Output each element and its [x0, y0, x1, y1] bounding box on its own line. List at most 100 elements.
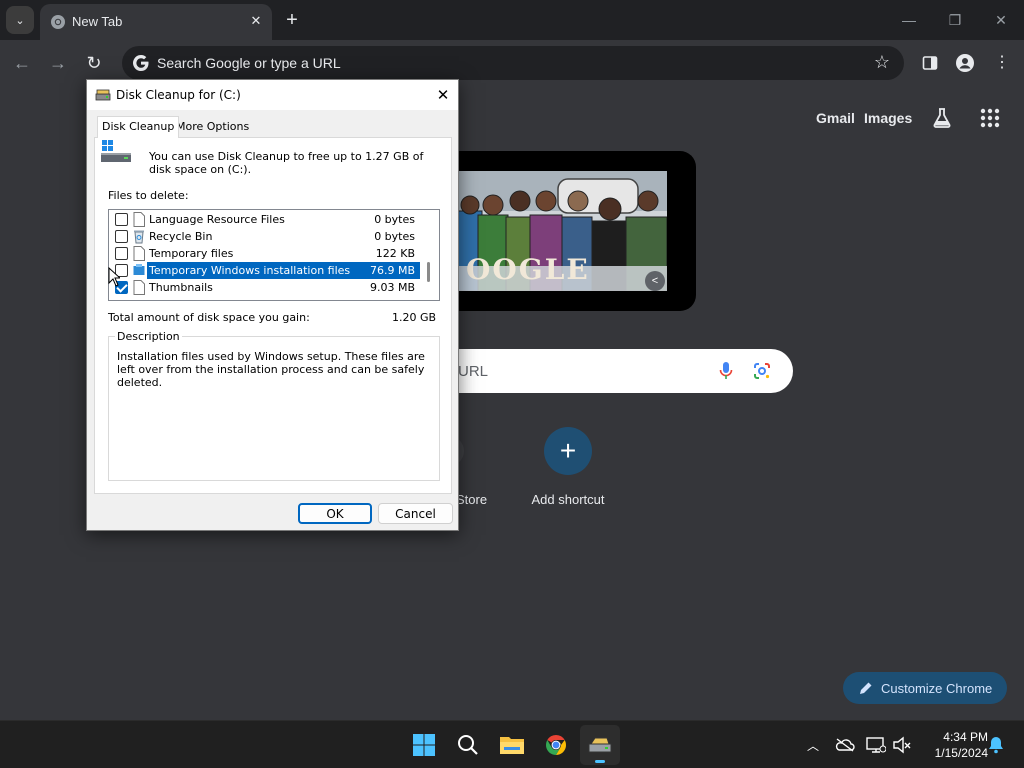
- new-tab-button[interactable]: +: [280, 8, 304, 32]
- customize-chrome-button[interactable]: Customize Chrome: [843, 672, 1007, 704]
- volume-muted-icon: [893, 736, 911, 754]
- more-vert-icon: ⋮: [994, 54, 1010, 71]
- tab-more-options[interactable]: More Options: [172, 117, 253, 137]
- ntp-search-box[interactable]: URL: [440, 349, 793, 393]
- system-clock[interactable]: 4:34 PM 1/15/2024: [918, 729, 988, 761]
- file-size: 122 KB: [375, 247, 415, 260]
- show-hidden-icons-button[interactable]: ︿: [803, 735, 823, 755]
- list-item[interactable]: Temporary files 122 KB: [109, 245, 427, 262]
- list-item[interactable]: Language Resource Files 0 bytes: [109, 211, 427, 228]
- files-to-delete-label: Files to delete:: [108, 189, 189, 202]
- file-explorer-button[interactable]: [492, 725, 532, 765]
- window-close-button[interactable]: ✕: [989, 8, 1013, 32]
- intro-text: You can use Disk Cleanup to free up to 1…: [149, 150, 424, 176]
- forward-button[interactable]: →: [45, 50, 71, 76]
- close-icon[interactable]: ✕: [433, 85, 453, 105]
- mouse-cursor-icon: [108, 267, 120, 287]
- file-size: 9.03 MB: [369, 281, 415, 294]
- tab-search-button[interactable]: ⌄: [6, 6, 34, 34]
- google-doodle[interactable]: OOGLE <: [440, 151, 696, 311]
- notifications-button[interactable]: [986, 735, 1006, 755]
- file-checkbox[interactable]: [115, 247, 128, 260]
- side-panel-button[interactable]: [917, 50, 943, 76]
- bookmark-star-icon[interactable]: ☆: [874, 52, 890, 73]
- disk-cleanup-taskbar-button[interactable]: [580, 725, 620, 765]
- flask-icon: [933, 108, 951, 128]
- file-name: Temporary files: [149, 247, 234, 260]
- files-list[interactable]: Language Resource Files 0 bytes Recycle …: [108, 209, 440, 301]
- description-text: Installation files used by Windows setup…: [117, 350, 425, 389]
- dialog-titlebar[interactable]: Disk Cleanup for (C:) ✕: [87, 80, 458, 110]
- file-explorer-icon: [500, 737, 524, 754]
- google-lens-icon[interactable]: [753, 362, 771, 380]
- google-apps-button[interactable]: [978, 106, 1002, 130]
- disk-cleanup-icon: [95, 89, 111, 101]
- tab-new-tab[interactable]: New Tab ✕: [40, 4, 272, 40]
- file-icon: [133, 280, 145, 295]
- total-value: 1.20 GB: [392, 311, 437, 324]
- chevron-up-icon: ︿: [806, 738, 819, 753]
- share-icon[interactable]: <: [645, 271, 665, 291]
- minimize-button[interactable]: —: [897, 8, 921, 32]
- bell-icon: [989, 737, 1003, 754]
- close-icon[interactable]: ✕: [246, 11, 266, 31]
- setup-icon: [133, 264, 145, 275]
- description-group: Description Installation files used by W…: [108, 330, 440, 481]
- list-scrollbar[interactable]: [427, 262, 430, 282]
- apps-grid-icon: [980, 108, 1000, 128]
- images-link[interactable]: Images: [864, 110, 912, 126]
- clock-date: 1/15/2024: [934, 746, 988, 760]
- tab-disk-cleanup[interactable]: Disk Cleanup: [97, 116, 180, 138]
- file-checkbox[interactable]: [115, 230, 128, 243]
- volume-button[interactable]: [892, 735, 912, 755]
- restore-button[interactable]: ❐: [943, 8, 967, 32]
- onedrive-button[interactable]: [835, 735, 855, 755]
- profile-avatar-icon: [956, 54, 974, 72]
- file-size: 76.9 MB: [369, 264, 415, 277]
- taskbar-search-button[interactable]: [448, 725, 488, 765]
- chevron-down-icon: ⌄: [15, 14, 25, 27]
- taskbar: ︿ 4:34 PM 1/15/2024: [0, 720, 1024, 768]
- chrome-favicon-icon: [51, 15, 65, 29]
- start-icon: [413, 734, 435, 756]
- list-item-selected[interactable]: Temporary Windows installation files 76.…: [109, 262, 427, 279]
- file-size: 0 bytes: [374, 213, 415, 226]
- add-shortcut-button[interactable]: + Add shortcut: [512, 425, 624, 517]
- network-button[interactable]: [866, 735, 886, 755]
- list-item[interactable]: Recycle Bin 0 bytes: [109, 228, 427, 245]
- chrome-icon: [546, 735, 566, 755]
- profile-button[interactable]: [952, 50, 978, 76]
- store-shortcut-label[interactable]: Store: [456, 492, 487, 507]
- labs-button[interactable]: [930, 106, 954, 130]
- address-bar[interactable]: Search Google or type a URL ☆: [122, 46, 904, 80]
- network-icon: [866, 737, 886, 753]
- start-button[interactable]: [404, 725, 444, 765]
- file-name: Thumbnails: [149, 281, 213, 294]
- gmail-link[interactable]: Gmail: [816, 110, 855, 126]
- pencil-icon: [860, 682, 872, 694]
- reload-button[interactable]: ↻: [81, 50, 107, 76]
- chrome-taskbar-button[interactable]: [536, 725, 576, 765]
- list-item[interactable]: Thumbnails 9.03 MB: [109, 279, 427, 296]
- cancel-button[interactable]: Cancel: [378, 503, 453, 524]
- ok-button[interactable]: OK: [298, 503, 372, 524]
- tab-title: New Tab: [72, 14, 123, 29]
- microphone-icon[interactable]: [718, 361, 734, 381]
- file-icon: [133, 246, 145, 261]
- active-app-indicator: [595, 760, 605, 763]
- description-legend: Description: [115, 330, 182, 343]
- add-shortcut-label: Add shortcut: [531, 492, 605, 507]
- file-checkbox[interactable]: [115, 213, 128, 226]
- back-button[interactable]: ←: [9, 50, 35, 76]
- plus-icon: +: [544, 427, 592, 475]
- file-name: Recycle Bin: [149, 230, 213, 243]
- side-panel-icon: [922, 56, 938, 70]
- file-name: Language Resource Files: [149, 213, 285, 226]
- dialog-title: Disk Cleanup for (C:): [116, 88, 241, 102]
- chrome-menu-button[interactable]: ⋮: [989, 50, 1015, 76]
- total-label: Total amount of disk space you gain:: [108, 311, 310, 324]
- doodle-word: OOGLE: [466, 253, 590, 286]
- disk-cleanup-icon: [588, 737, 612, 753]
- search-icon: [458, 735, 478, 755]
- ntp-search-placeholder: URL: [458, 363, 489, 380]
